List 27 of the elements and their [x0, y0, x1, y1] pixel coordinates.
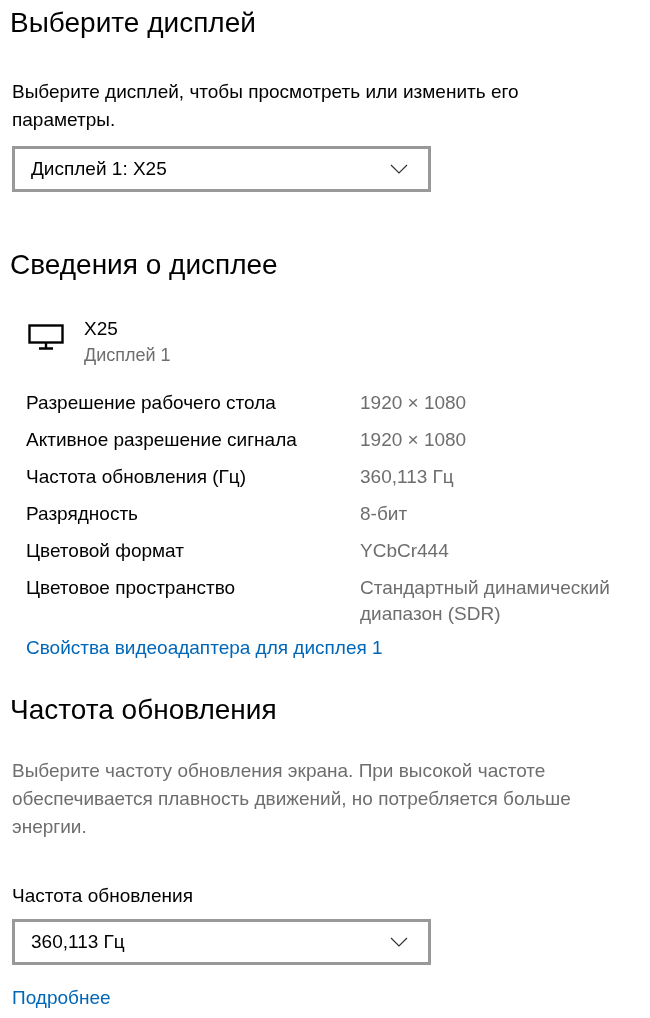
property-label: Разрядность — [26, 502, 139, 526]
property-label: Разрешение рабочего стола — [26, 391, 277, 415]
property-value: 1920 × 1080 — [360, 428, 468, 452]
learn-more-link[interactable]: Подробнее — [12, 987, 111, 1009]
refresh-rate-dropdown[interactable]: 360,113 Гц — [12, 919, 431, 965]
adapter-properties-link[interactable]: Свойства видеоадаптера для дисплея 1 — [26, 637, 383, 659]
section-title: Выберите дисплей — [10, 6, 257, 40]
property-value: Стандартный динамический диапазон (SDR) — [360, 576, 611, 626]
property-value: YCbCr444 — [360, 539, 450, 563]
property-label: Активное разрешение сигнала — [26, 428, 298, 452]
monitor-icon — [28, 324, 64, 350]
chevron-down-icon — [390, 164, 408, 174]
display-dropdown[interactable]: Дисплей 1: X25 — [12, 146, 431, 192]
property-value: 1920 × 1080 — [360, 391, 468, 415]
section-title: Сведения о дисплее — [10, 248, 279, 282]
field-label: Частота обновления — [12, 885, 194, 907]
property-value: 360,113 Гц — [360, 465, 455, 489]
property-label: Частота обновления (Гц) — [26, 465, 248, 489]
property-value: 8-бит — [360, 502, 409, 526]
monitor-name: X25 — [84, 317, 119, 341]
monitor-subtitle: Дисплей 1 — [84, 344, 171, 367]
section-title: Частота обновления — [10, 693, 278, 727]
description: Выберите дисплей, чтобы просмотреть или изменить его параметры. — [12, 80, 520, 132]
description: Выберите частоту обновления экрана. При высокой частоте обеспечивается плавность движений, но потребляется больше энергии. — [12, 759, 572, 839]
chevron-down-icon — [390, 937, 408, 947]
property-label: Цветовой формат — [26, 539, 185, 563]
property-label: Цветовое пространство — [26, 576, 237, 600]
